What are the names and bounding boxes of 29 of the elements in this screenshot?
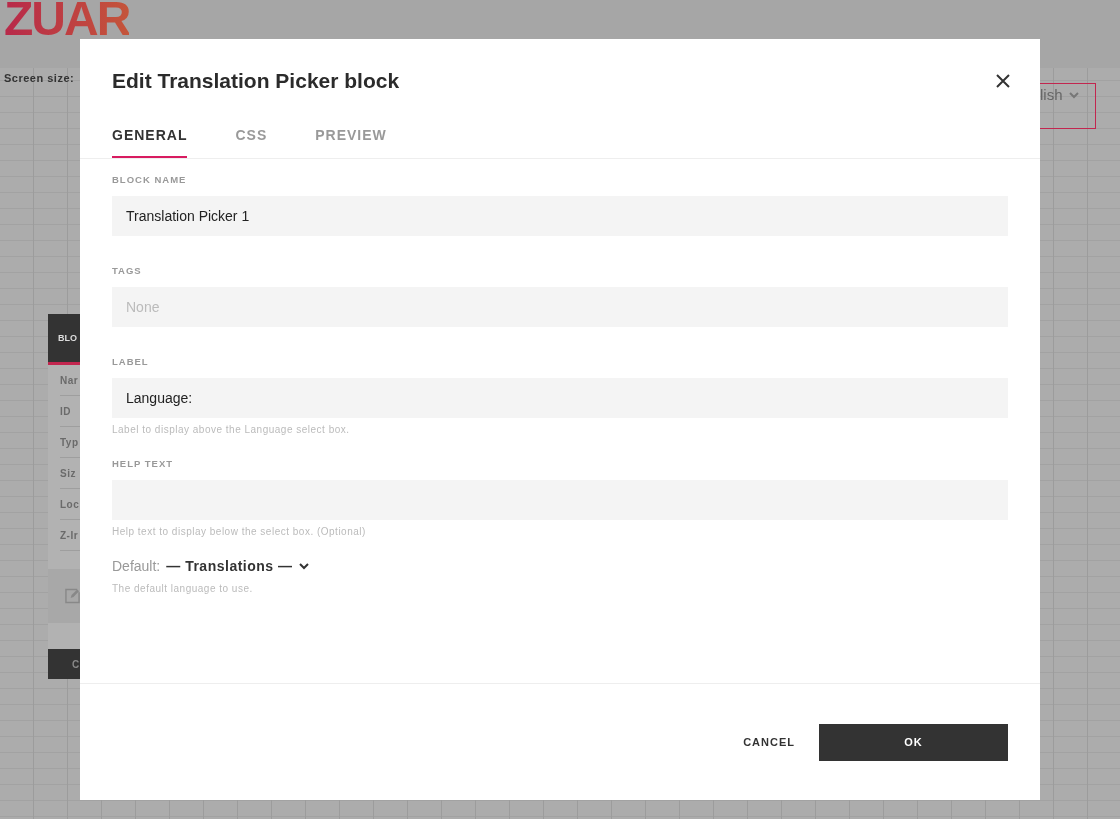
field-hint: Help text to display below the select box. (Optional) bbox=[112, 526, 367, 537]
input-field[interactable]: None bbox=[112, 287, 1008, 327]
default-select[interactable]: — Translations — bbox=[166, 558, 309, 574]
field-label: HELP TEXT bbox=[112, 458, 175, 469]
property-label: Siz bbox=[60, 467, 76, 479]
field-label: LABEL bbox=[112, 356, 150, 367]
property-label: Typ bbox=[60, 436, 79, 448]
dialog-title: Edit Translation Picker block bbox=[112, 69, 400, 93]
close-icon[interactable] bbox=[996, 74, 1010, 88]
property-label: Nar bbox=[60, 374, 79, 386]
input-field[interactable]: Translation Picker 1 bbox=[112, 196, 1008, 236]
default-label: Default: bbox=[112, 558, 161, 574]
chevron-down-icon bbox=[1068, 92, 1079, 99]
property-label: Loc bbox=[60, 498, 80, 510]
tab[interactable]: GENERAL bbox=[112, 121, 188, 158]
screen-size-label: Screen size: bbox=[4, 72, 75, 84]
ok-button[interactable]: OK bbox=[819, 723, 1008, 761]
field-label: BLOCK NAME bbox=[112, 174, 188, 185]
edit-icon[interactable] bbox=[65, 588, 80, 604]
cancel-button[interactable]: CANCEL bbox=[743, 723, 795, 761]
panel-button[interactable]: C bbox=[48, 649, 80, 679]
property-label: ID bbox=[60, 405, 71, 417]
panel-title: BLO bbox=[58, 333, 77, 343]
chevron-down-icon bbox=[298, 562, 309, 570]
input-field[interactable]: Language: bbox=[112, 378, 1008, 418]
field-hint: The default language to use. bbox=[112, 583, 253, 594]
property-label: Z-Ir bbox=[60, 529, 79, 541]
field-label: TAGS bbox=[112, 265, 143, 276]
field-hint: Label to display above the Language select box. bbox=[112, 424, 351, 435]
